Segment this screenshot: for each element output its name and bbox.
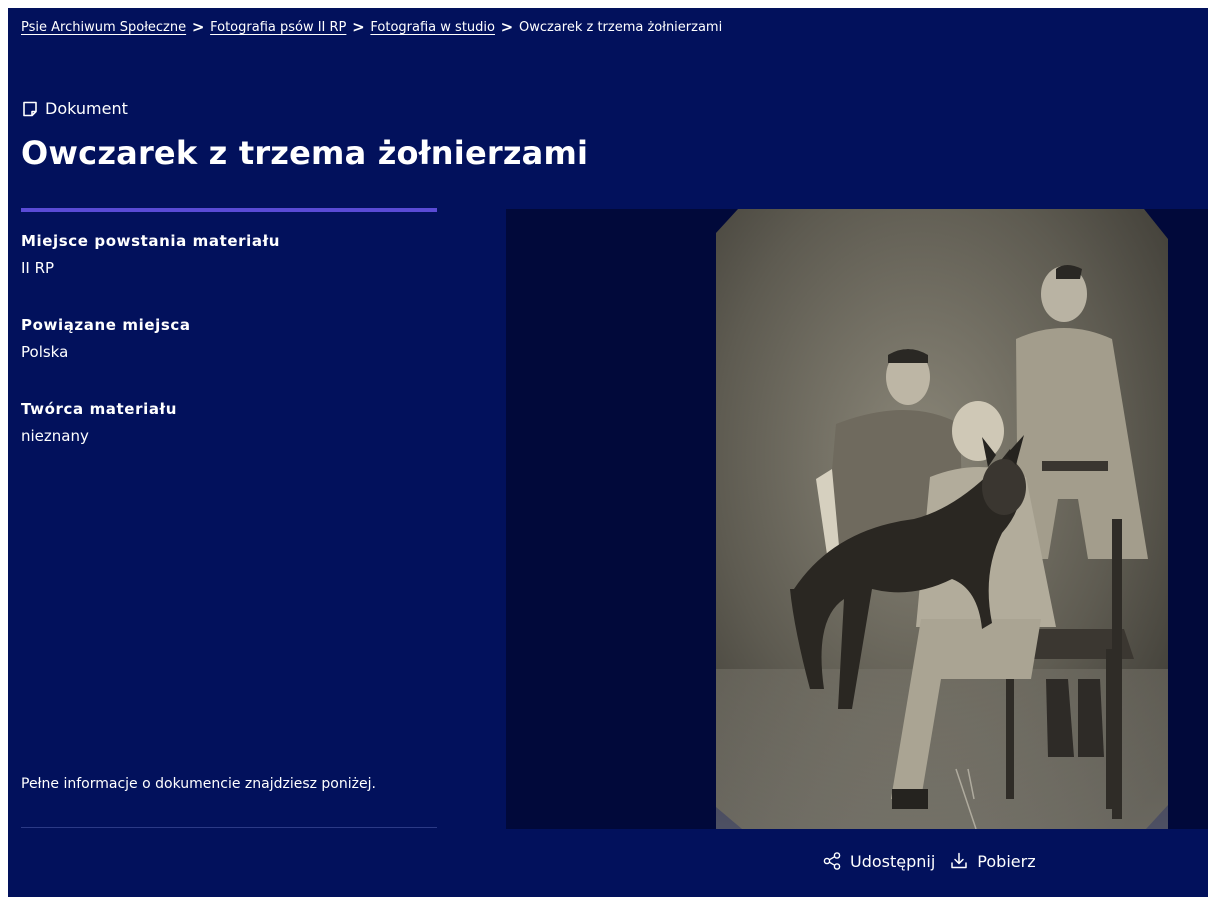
download-icon xyxy=(949,851,969,871)
breadcrumb-separator: > xyxy=(191,18,205,36)
breadcrumb-link-archive[interactable]: Psie Archiwum Społeczne xyxy=(21,20,186,35)
metadata-value: nieznany xyxy=(21,427,89,445)
metadata-item-places: Powiązane miejsca Polska xyxy=(21,316,191,361)
page-title: Owczarek z trzema żołnierzami xyxy=(21,134,589,172)
metadata-label: Twórca materiału xyxy=(21,400,177,418)
breadcrumb-separator: > xyxy=(352,18,365,36)
share-label: Udostępnij xyxy=(850,851,936,871)
metadata-panel: Miejsce powstania materiału II RP Powiąz… xyxy=(21,208,437,828)
metadata-label: Powiązane miejsca xyxy=(21,316,191,334)
accent-divider xyxy=(21,208,437,212)
page-frame: Psie Archiwum Społeczne > Fotografia psó… xyxy=(8,8,1208,897)
document-type: Dokument xyxy=(21,99,128,118)
metadata-label: Miejsce powstania materiału xyxy=(21,232,281,250)
divider xyxy=(21,827,437,828)
full-info-note: Pełne informacje o dokumencie znajdziesz… xyxy=(21,776,376,792)
metadata-item-creator: Twórca materiału nieznany xyxy=(21,400,177,445)
document-actions: Udostępnij Pobierz xyxy=(822,851,1036,871)
metadata-item-origin: Miejsce powstania materiału II RP xyxy=(21,232,280,277)
document-icon xyxy=(21,100,39,118)
share-icon xyxy=(822,851,842,871)
metadata-value: Polska xyxy=(21,343,69,361)
breadcrumb-current: Owczarek z trzema żołnierzami xyxy=(518,19,723,35)
document-type-label: Dokument xyxy=(45,99,128,118)
share-button[interactable]: Udostępnij xyxy=(822,851,935,871)
breadcrumb-link-collection[interactable]: Fotografia psów II RP xyxy=(210,20,346,35)
metadata-value: II RP xyxy=(21,259,55,277)
download-button[interactable]: Pobierz xyxy=(949,851,1036,871)
document-photo[interactable] xyxy=(716,209,1168,829)
breadcrumb-link-category[interactable]: Fotografia w studio xyxy=(370,20,495,35)
image-viewer[interactable] xyxy=(506,209,1208,829)
breadcrumb: Psie Archiwum Społeczne > Fotografia psó… xyxy=(21,17,722,37)
download-label: Pobierz xyxy=(977,851,1036,871)
breadcrumb-separator: > xyxy=(500,18,514,36)
